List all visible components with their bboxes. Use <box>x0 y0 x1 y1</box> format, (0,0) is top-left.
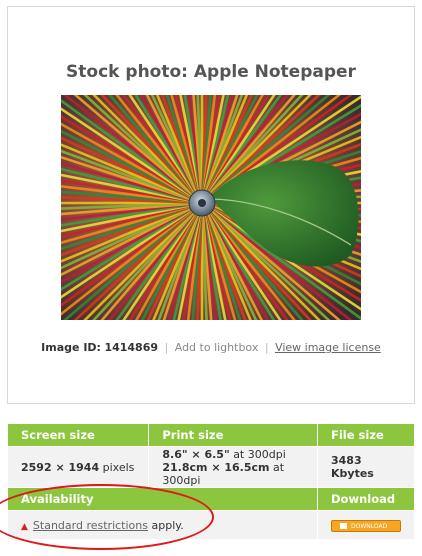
image-id-label: Image ID: <box>41 341 101 354</box>
screen-size-header: Screen size <box>6 423 150 447</box>
floppy-disk-icon <box>340 523 347 529</box>
image-details-table: Screen size Print size File size 2592 × … <box>6 423 415 540</box>
warning-icon: ▲ <box>21 521 28 532</box>
image-id: 1414869 <box>104 341 159 354</box>
print-size-inches: 8.6" × 6.5" <box>162 447 230 461</box>
standard-restrictions-link[interactable]: Standard restrictions <box>33 519 148 532</box>
print-size-header: Print size <box>148 423 318 447</box>
screen-size-value: 2592 × 1944 <box>21 460 100 474</box>
file-size-value: 3483 Kbytes <box>317 446 415 488</box>
download-cell: DOWNLOAD <box>317 510 415 540</box>
availability-header-row: Availability Download <box>7 487 415 511</box>
separator: | <box>264 341 269 354</box>
print-size-dpi: at 300dpi <box>233 447 286 461</box>
add-to-lightbox-link[interactable]: Add to lightbox <box>175 341 259 354</box>
availability-header: Availability <box>7 487 318 511</box>
image-meta: Image ID: 1414869 | Add to lightbox | Vi… <box>8 341 414 354</box>
separator: | <box>164 341 169 354</box>
download-button-label: DOWNLOAD <box>351 523 388 530</box>
stock-photo <box>61 95 361 320</box>
photo-image <box>61 95 361 320</box>
file-size-header: File size <box>317 423 415 447</box>
photo-card: Stock photo: Apple Notepaper Image ID: 1… <box>7 6 415 404</box>
restrictions-suffix: apply. <box>151 518 184 532</box>
page-title: Stock photo: Apple Notepaper <box>66 62 356 82</box>
print-size-cell: 8.6" × 6.5" at 300dpi 21.8cm × 16.5cm at… <box>148 446 318 488</box>
print-size-cm: 21.8cm × 16.5cm <box>162 460 270 474</box>
download-header: Download <box>317 487 415 511</box>
details-header-row: Screen size Print size File size <box>6 423 415 447</box>
details-values-row: 2592 × 1944 pixels 8.6" × 6.5" at 300dpi… <box>6 446 415 488</box>
view-license-link[interactable]: View image license <box>275 341 381 354</box>
availability-cell: ▲ Standard restrictions apply. <box>7 510 318 540</box>
screen-size-cell: 2592 × 1944 pixels <box>6 446 150 488</box>
download-button[interactable]: DOWNLOAD <box>331 520 401 532</box>
availability-row: ▲ Standard restrictions apply. DOWNLOAD <box>7 510 415 540</box>
screen-size-unit: pixels <box>102 460 135 474</box>
